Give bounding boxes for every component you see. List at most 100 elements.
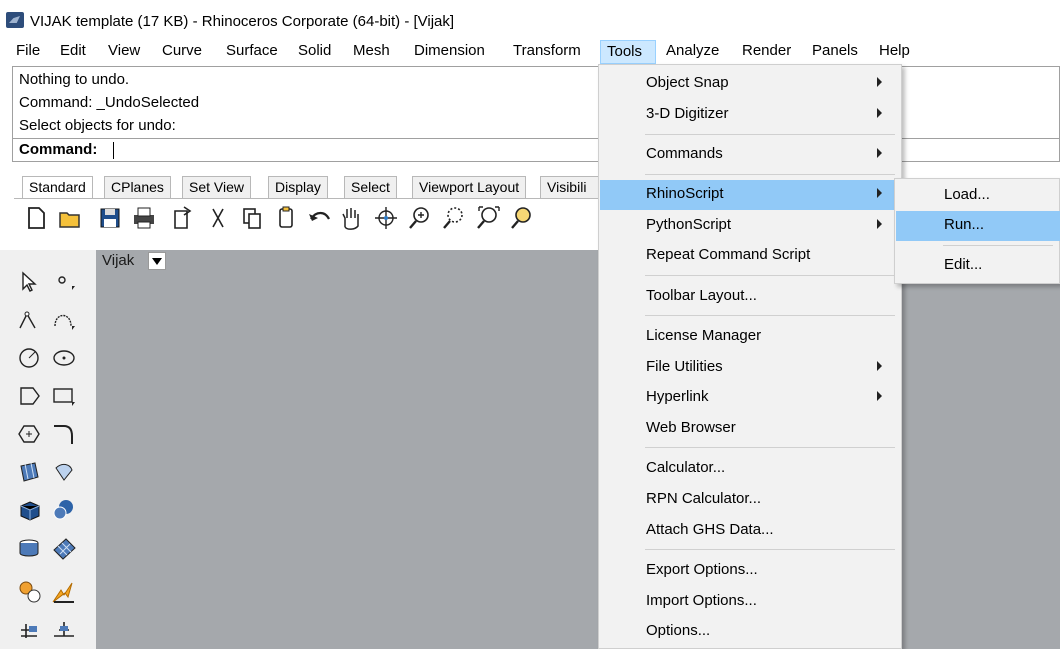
menu-view[interactable]: View: [102, 40, 146, 64]
zoom-selected-icon[interactable]: [508, 203, 536, 233]
paste-icon[interactable]: [272, 203, 300, 233]
history-line: Nothing to undo.: [19, 71, 130, 88]
menu-mesh[interactable]: Mesh: [347, 40, 396, 64]
explode-icon[interactable]: [50, 578, 78, 606]
menu-item-label: PythonScript: [646, 216, 732, 233]
open-folder-icon[interactable]: [56, 203, 84, 233]
menu-item-object-snap[interactable]: Object Snap: [600, 69, 900, 99]
menu-dimension[interactable]: Dimension: [408, 40, 491, 64]
main-palette: [0, 250, 96, 649]
menu-separator: [645, 174, 895, 175]
menu-item-import-options[interactable]: Import Options...: [600, 587, 900, 617]
tab-set-view[interactable]: Set View: [182, 176, 251, 198]
submenu-item-edit[interactable]: Edit...: [896, 251, 1060, 281]
tab-select[interactable]: Select: [344, 176, 397, 198]
menu-separator: [645, 275, 895, 276]
menu-help[interactable]: Help: [873, 40, 916, 64]
submenu-arrow-icon: [877, 391, 882, 401]
tab-viewport-layout[interactable]: Viewport Layout: [412, 176, 527, 198]
menu-item-label: Attach GHS Data...: [646, 521, 774, 538]
copy-icon[interactable]: [238, 203, 266, 233]
polygon-icon[interactable]: [16, 420, 44, 448]
menu-item-rhinoscript[interactable]: RhinoScript: [600, 180, 900, 210]
import-icon[interactable]: [168, 203, 196, 233]
viewport-menu-dropdown-icon[interactable]: [148, 252, 166, 270]
submenu-item-run[interactable]: Run...: [896, 211, 1060, 241]
save-icon[interactable]: [96, 203, 124, 233]
zoom-extents-icon[interactable]: [474, 203, 502, 233]
menu-transform[interactable]: Transform: [507, 40, 587, 64]
menu-item-repeat-command-script[interactable]: Repeat Command Script: [600, 241, 900, 271]
menu-item-pythonscript[interactable]: PythonScript: [600, 211, 900, 241]
print-icon[interactable]: [130, 203, 158, 233]
viewport-area[interactable]: [96, 250, 1060, 649]
polyline-icon[interactable]: [16, 306, 44, 334]
menu-item-toolbar-layout[interactable]: Toolbar Layout...: [600, 282, 900, 312]
menu-item-commands[interactable]: Commands: [600, 140, 900, 170]
pan-hand-icon[interactable]: [336, 203, 364, 233]
submenu-arrow-icon: [877, 361, 882, 371]
tab-cplanes[interactable]: CPlanes: [104, 176, 171, 198]
surface-icon[interactable]: [16, 458, 44, 486]
loft-icon[interactable]: [50, 458, 78, 486]
mesh-icon[interactable]: [50, 534, 78, 562]
viewport-title[interactable]: Vijak: [102, 250, 134, 272]
ellipse-icon[interactable]: [50, 344, 78, 372]
submenu-item-label: Run...: [944, 216, 985, 233]
menu-item-attach-ghs-data[interactable]: Attach GHS Data...: [600, 516, 900, 546]
rectangle-icon[interactable]: [50, 382, 78, 410]
command-input[interactable]: Command:: [12, 138, 1060, 162]
submenu-item-load[interactable]: Load...: [896, 181, 1060, 211]
new-file-icon[interactable]: [22, 203, 50, 233]
menu-item-label: Repeat Command Script: [646, 246, 811, 263]
menu-item-export-options[interactable]: Export Options...: [600, 556, 900, 586]
sphere-icon[interactable]: [50, 496, 78, 524]
gears-icon[interactable]: [16, 578, 44, 606]
dimension-icon[interactable]: [16, 616, 44, 644]
menu-item-rpn-calculator[interactable]: RPN Calculator...: [600, 485, 900, 515]
zoom-window-icon[interactable]: [440, 203, 468, 233]
select-arrow-icon[interactable]: [16, 268, 44, 296]
menu-separator: [645, 315, 895, 316]
menu-file[interactable]: File: [10, 40, 46, 64]
menu-surface[interactable]: Surface: [220, 40, 284, 64]
rotate-view-icon[interactable]: [372, 203, 400, 233]
menu-panels[interactable]: Panels: [806, 40, 864, 64]
tab-display[interactable]: Display: [268, 176, 328, 198]
menu-item-web-browser[interactable]: Web Browser: [600, 414, 900, 444]
menu-item-calculator[interactable]: Calculator...: [600, 454, 900, 484]
menu-item-label: Options...: [646, 622, 711, 639]
curve-icon[interactable]: [50, 306, 78, 334]
menu-item-3d-digitizer[interactable]: 3-D Digitizer: [600, 100, 900, 130]
arc-icon[interactable]: [16, 382, 44, 410]
zoom-in-icon[interactable]: [406, 203, 434, 233]
tab-standard[interactable]: Standard: [22, 176, 93, 198]
submenu-arrow-icon: [877, 219, 882, 229]
undo-icon[interactable]: [306, 203, 334, 233]
rhinoscript-submenu: Load... Run... Edit...: [894, 178, 1060, 284]
menu-analyze[interactable]: Analyze: [660, 40, 725, 64]
menu-tools[interactable]: Tools: [600, 40, 656, 64]
window-title: VIJAK template (17 KB) - Rhinoceros Corp…: [30, 13, 455, 30]
tools-menu-dropdown: Object Snap 3-D Digitizer Commands Rhino…: [598, 64, 902, 649]
menu-item-options[interactable]: Options...: [600, 617, 900, 647]
menu-item-file-utilities[interactable]: File Utilities: [600, 353, 900, 383]
submenu-arrow-icon: [877, 108, 882, 118]
menu-solid[interactable]: Solid: [292, 40, 337, 64]
tab-visibility[interactable]: Visibili: [540, 176, 600, 198]
menu-render[interactable]: Render: [736, 40, 797, 64]
menu-curve[interactable]: Curve: [156, 40, 208, 64]
command-history: Nothing to undo. Command: _UndoSelected …: [12, 66, 1060, 138]
menu-edit[interactable]: Edit: [54, 40, 92, 64]
fillet-icon[interactable]: [50, 420, 78, 448]
submenu-arrow-icon: [877, 188, 882, 198]
circle-icon[interactable]: [16, 344, 44, 372]
menu-item-label: Commands: [646, 145, 723, 162]
box-icon[interactable]: [16, 496, 44, 524]
point-icon[interactable]: [50, 268, 78, 296]
cut-icon[interactable]: [204, 203, 232, 233]
align-icon[interactable]: [50, 616, 78, 644]
menu-item-hyperlink[interactable]: Hyperlink: [600, 383, 900, 413]
extrude-icon[interactable]: [16, 534, 44, 562]
menu-item-license-manager[interactable]: License Manager: [600, 322, 900, 352]
